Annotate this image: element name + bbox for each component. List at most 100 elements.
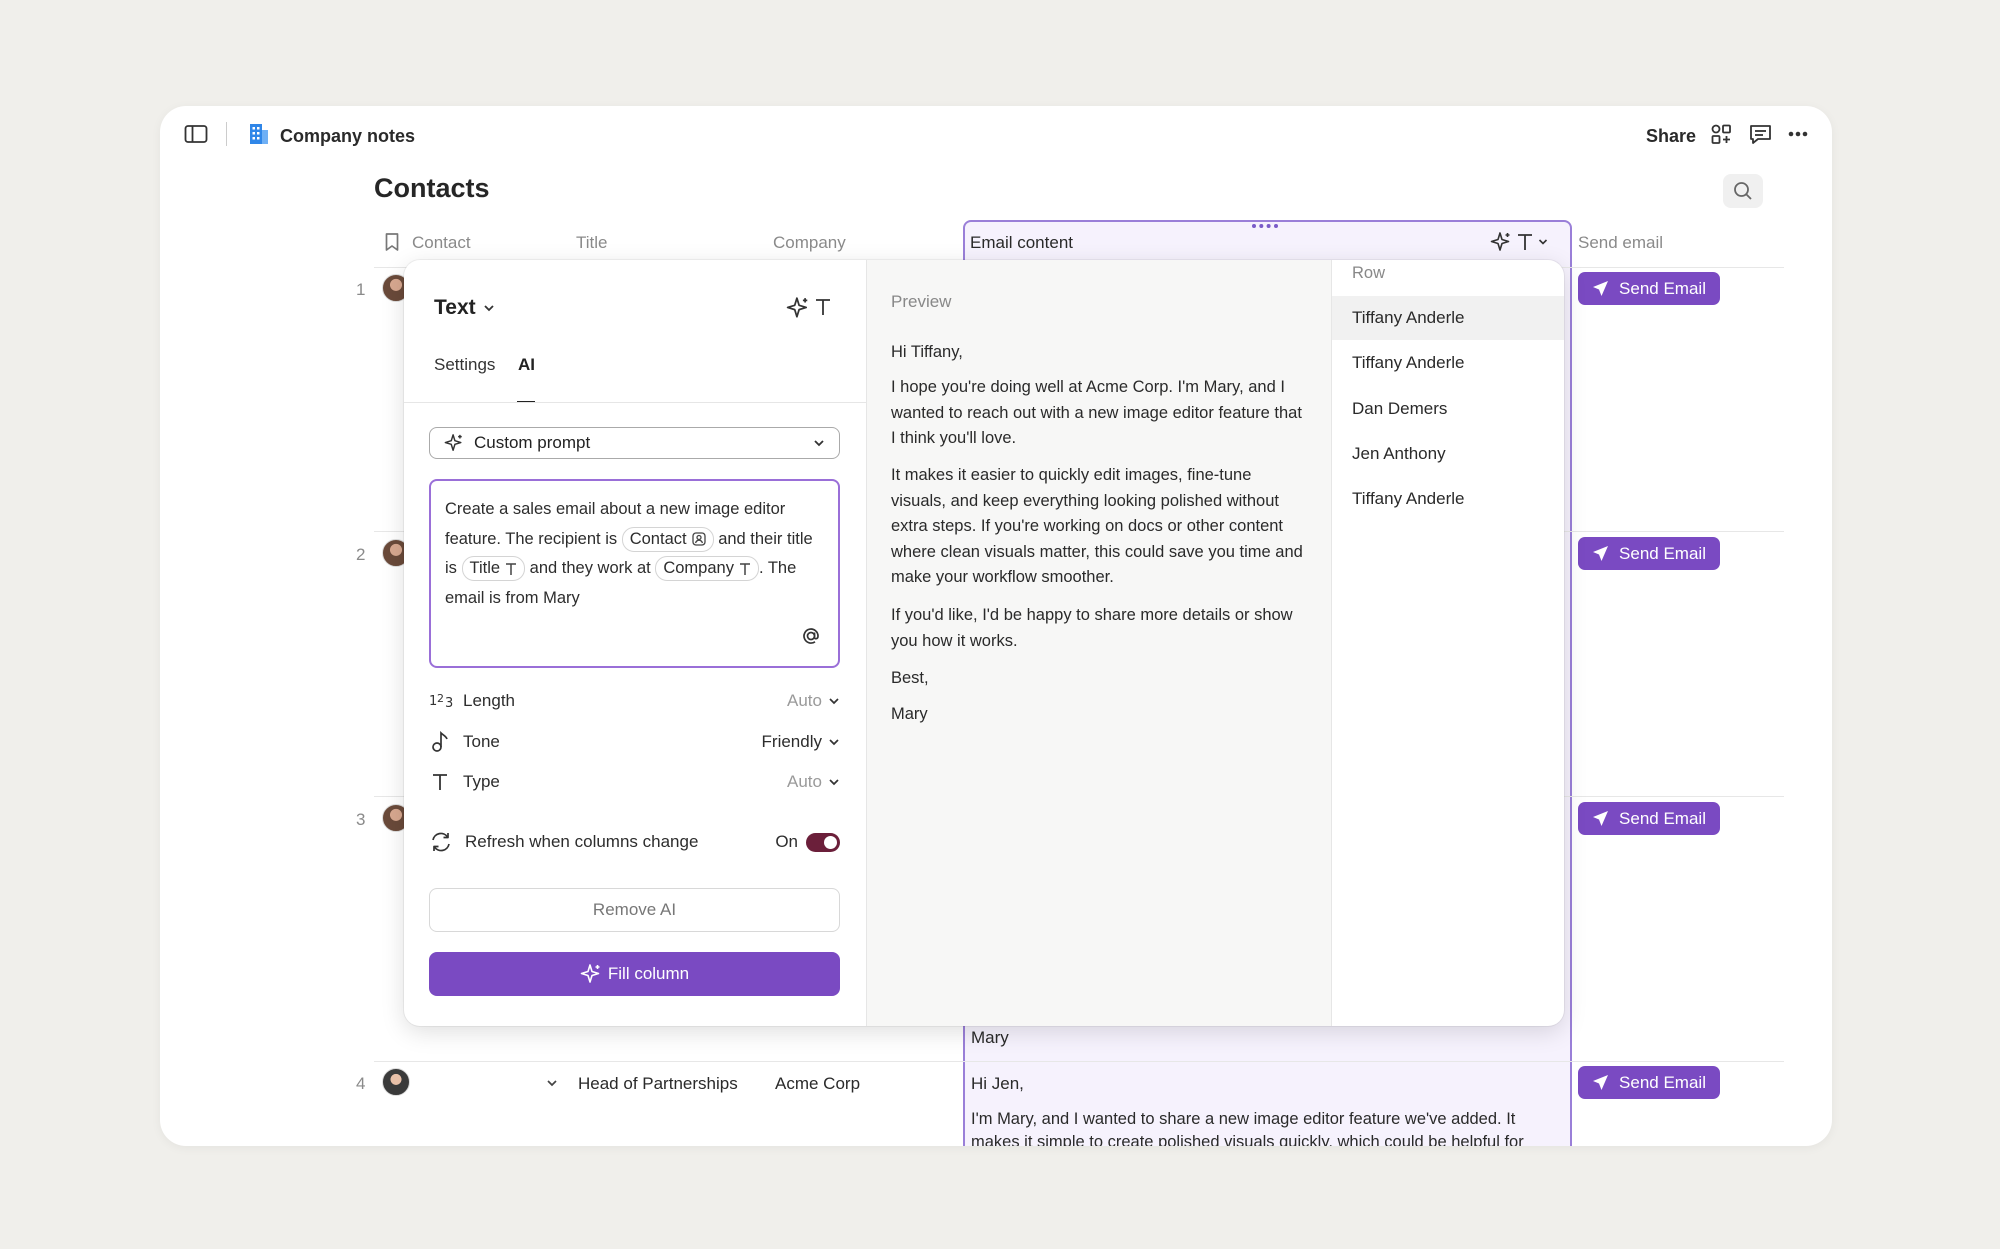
prompt-type-select[interactable]: Custom prompt (429, 427, 840, 459)
svg-text:2: 2 (437, 692, 444, 705)
more-options-icon[interactable] (1788, 131, 1808, 137)
row-number: 1 (356, 280, 366, 299)
row-picker-item[interactable]: Dan Demers (1332, 387, 1564, 431)
email-cell-body[interactable]: I'm Mary, and I wanted to share a new im… (971, 1108, 1563, 1146)
preview-name: Mary (891, 705, 928, 723)
send-icon (1593, 811, 1609, 826)
remove-ai-label: Remove AI (592, 900, 677, 919)
chip-label: Company (663, 559, 734, 578)
chevron-down-icon (483, 305, 494, 312)
document-title[interactable]: Company notes (280, 126, 415, 147)
prompt-textarea[interactable]: Create a sales email about a new image e… (429, 479, 840, 668)
row-picker-item[interactable]: Jen Anthony (1332, 432, 1564, 476)
refresh-icon (432, 832, 450, 852)
email-cell-tail[interactable]: Mary (971, 1028, 1009, 1048)
contact-column-chip[interactable]: Contact (621, 526, 714, 552)
chevron-down-icon (829, 779, 839, 786)
prompt-text-part: and they work at (529, 559, 651, 577)
svg-text:3: 3 (445, 696, 453, 711)
send-email-button[interactable]: Send Email (1578, 272, 1720, 305)
company-cell[interactable]: Acme Corp (775, 1074, 860, 1094)
send-email-label: Send Email (1619, 543, 1706, 563)
row-picker-heading: Row (1352, 264, 1386, 282)
row-divider (374, 1061, 1784, 1062)
text-type-icon (433, 774, 447, 790)
contact-dropdown-chevron-icon[interactable] (546, 1079, 558, 1087)
column-drag-handle[interactable] (1251, 223, 1279, 229)
preview-heading: Preview (891, 292, 952, 311)
fill-column-label: Fill column (607, 964, 690, 983)
building-icon (248, 122, 270, 146)
search-icon (1734, 182, 1752, 200)
contact-icon (691, 532, 706, 546)
title-column-chip[interactable]: Title (461, 556, 526, 582)
mention-icon[interactable] (800, 625, 822, 647)
share-button[interactable]: Share (1646, 126, 1696, 147)
row-picker-item[interactable]: Tiffany Anderle (1332, 341, 1564, 385)
tone-label: Tone (463, 732, 500, 751)
refresh-setting: Refresh when columns change On (429, 827, 840, 857)
send-icon (1593, 546, 1609, 561)
chip-label: Contact (629, 529, 687, 548)
row-picker-item[interactable]: Tiffany Anderle (1332, 477, 1564, 521)
search-button[interactable] (1723, 174, 1763, 208)
send-email-label: Send Email (1619, 1072, 1706, 1092)
send-email-button[interactable]: Send Email (1578, 802, 1720, 835)
send-icon (1593, 1075, 1609, 1090)
column-header-email-content[interactable]: Email content (970, 233, 1073, 253)
refresh-label: Refresh when columns change (465, 832, 699, 851)
row-number: 3 (356, 810, 366, 829)
comments-icon[interactable] (1749, 123, 1772, 145)
apps-icon[interactable] (1710, 123, 1732, 145)
length-value: Auto (787, 691, 822, 710)
ai-text-icon[interactable] (1490, 231, 1548, 253)
app-window: Company notes Share Contacts Contact Tit… (160, 106, 1832, 1146)
fill-column-button[interactable]: Fill column (429, 952, 840, 996)
sidebar-toggle-icon[interactable] (184, 124, 208, 144)
tabs-divider (404, 402, 866, 403)
row-number: 2 (356, 545, 366, 564)
tab-ai[interactable]: AI (518, 355, 535, 375)
type-value: Auto (787, 772, 822, 791)
row-picker-item[interactable]: Tiffany Anderle (1332, 296, 1564, 340)
contact-avatar[interactable] (382, 1068, 410, 1096)
field-type-label: Text (434, 296, 476, 319)
preview-paragraph-3: If you'd like, I'd be happy to share mor… (891, 606, 1293, 650)
title-cell[interactable]: Head of Partnerships (578, 1074, 738, 1094)
column-header-company[interactable]: Company (773, 233, 846, 253)
send-email-label: Send Email (1619, 278, 1706, 298)
column-header-contact[interactable]: Contact (412, 233, 471, 253)
row-picker: Row Tiffany Anderle Tiffany Anderle Dan … (1332, 260, 1564, 1026)
preview-paragraph-2: It makes it easier to quickly edit image… (891, 466, 1303, 586)
tab-settings[interactable]: Settings (434, 355, 495, 375)
field-type-dropdown[interactable]: Text (434, 296, 495, 320)
send-email-button[interactable]: Send Email (1578, 537, 1720, 570)
bookmark-icon (384, 232, 400, 252)
email-preview-pane: Preview Hi Tiffany, I hope you're doing … (866, 260, 1332, 1026)
column-header-title[interactable]: Title (576, 233, 608, 253)
preview-paragraph-1: I hope you're doing well at Acme Corp. I… (891, 378, 1302, 447)
length-setting[interactable]: 123 Length Auto (429, 686, 840, 716)
topbar-divider (226, 122, 227, 146)
tone-value: Friendly (761, 732, 822, 751)
numbers-icon: 123 (429, 692, 453, 711)
send-icon (1593, 281, 1609, 296)
music-note-icon (432, 731, 448, 752)
chip-label: Title (469, 559, 501, 578)
text-type-icon (506, 562, 517, 575)
send-email-button[interactable]: Send Email (1578, 1066, 1720, 1099)
ai-text-type-icon (786, 296, 832, 320)
email-cell-greeting[interactable]: Hi Jen, (971, 1074, 1024, 1094)
column-header-send-email[interactable]: Send email (1578, 233, 1663, 253)
chevron-down-icon (829, 739, 839, 746)
remove-ai-button[interactable]: Remove AI (429, 888, 840, 932)
refresh-toggle[interactable] (806, 832, 840, 852)
length-label: Length (463, 691, 515, 710)
type-label: Type (463, 772, 500, 791)
company-column-chip[interactable]: Company (655, 556, 759, 582)
chevron-down-icon (829, 698, 839, 705)
type-setting[interactable]: Type Auto (429, 767, 840, 797)
tone-setting[interactable]: Tone Friendly (429, 727, 840, 757)
sparkle-icon (580, 964, 600, 983)
ai-column-config-popup: Text Settings AI Custom prompt Create a … (404, 260, 1564, 1026)
